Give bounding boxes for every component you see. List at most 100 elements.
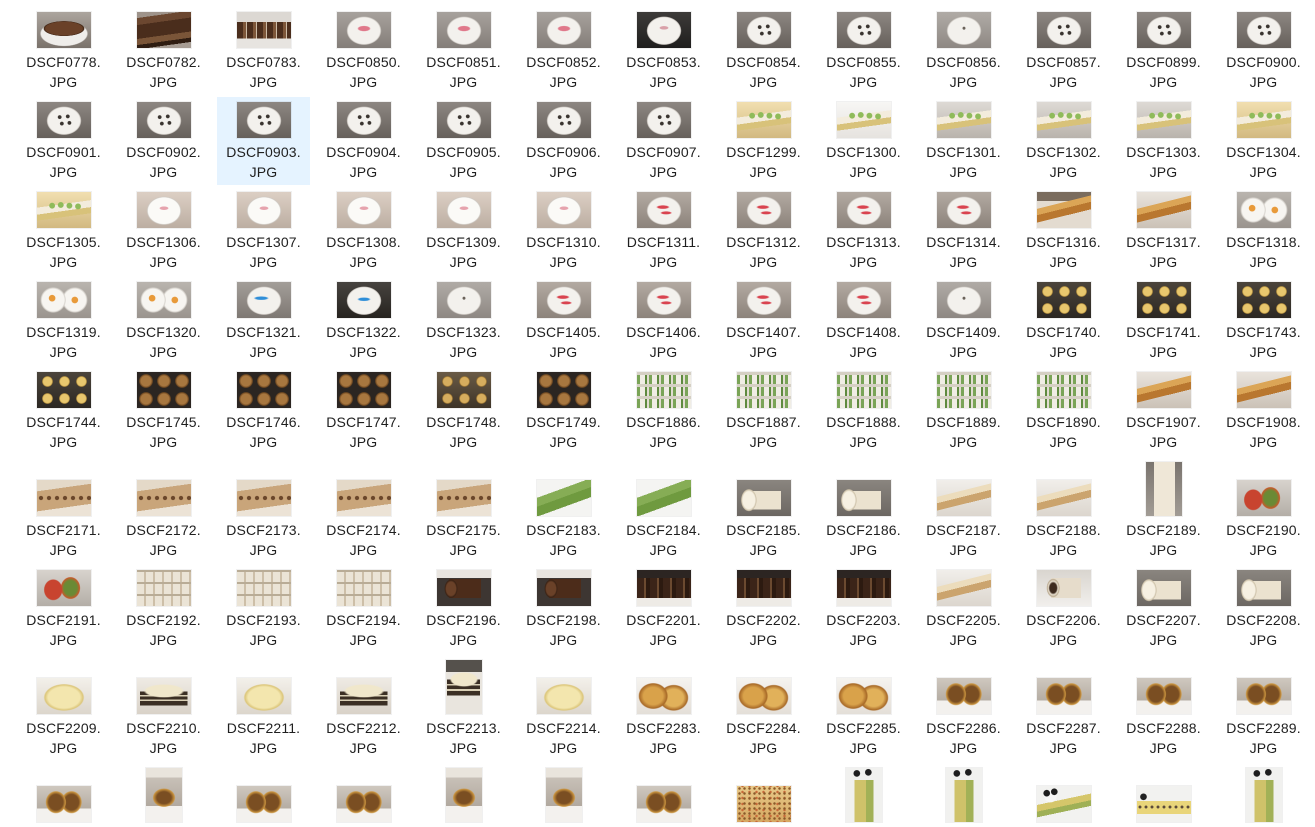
- file-item[interactable]: [417, 763, 510, 825]
- file-item[interactable]: DSCF1743.JPG: [1217, 277, 1310, 365]
- file-thumbnail[interactable]: [736, 570, 791, 606]
- file-item[interactable]: DSCF1749.JPG: [517, 367, 610, 455]
- file-thumbnail[interactable]: [1136, 282, 1191, 318]
- file-thumbnail[interactable]: [336, 192, 391, 228]
- file-thumbnail[interactable]: [436, 282, 491, 318]
- file-item[interactable]: DSCF2213.JPG: [417, 655, 510, 761]
- file-thumbnail[interactable]: [1036, 786, 1091, 822]
- file-item[interactable]: DSCF2208.JPG: [1217, 565, 1310, 653]
- file-item[interactable]: DSCF1408.JPG: [817, 277, 910, 365]
- file-thumbnail[interactable]: [936, 678, 991, 714]
- file-thumbnail[interactable]: [336, 678, 391, 714]
- file-thumbnail[interactable]: [1036, 192, 1091, 228]
- file-thumbnail[interactable]: [1036, 372, 1091, 408]
- file-thumbnail[interactable]: [1136, 102, 1191, 138]
- file-thumbnail[interactable]: [1136, 12, 1191, 48]
- file-item[interactable]: DSCF0901.JPG: [17, 97, 110, 185]
- file-thumbnail[interactable]: [936, 102, 991, 138]
- file-thumbnail[interactable]: [1236, 192, 1291, 228]
- file-thumbnail[interactable]: [636, 786, 691, 822]
- file-item[interactable]: DSCF0907.JPG: [617, 97, 710, 185]
- file-thumbnail[interactable]: [236, 570, 291, 606]
- file-thumbnail[interactable]: [536, 102, 591, 138]
- file-thumbnail[interactable]: [236, 480, 291, 516]
- file-thumbnail[interactable]: [1036, 570, 1091, 606]
- file-thumbnail[interactable]: [1036, 12, 1091, 48]
- file-thumbnail[interactable]: [1036, 282, 1091, 318]
- file-item[interactable]: DSCF0904.JPG: [317, 97, 410, 185]
- file-item[interactable]: DSCF1322.JPG: [317, 277, 410, 365]
- file-item[interactable]: DSCF2285.JPG: [817, 673, 910, 761]
- file-item[interactable]: DSCF2192.JPG: [117, 565, 210, 653]
- file-thumbnail[interactable]: [36, 480, 91, 516]
- file-item[interactable]: DSCF2283.JPG: [617, 673, 710, 761]
- file-item[interactable]: DSCF1741.JPG: [1117, 277, 1210, 365]
- file-item[interactable]: DSCF2284.JPG: [717, 673, 810, 761]
- file-thumbnail[interactable]: [1145, 462, 1182, 516]
- file-item[interactable]: [517, 763, 610, 825]
- file-thumbnail[interactable]: [736, 102, 791, 138]
- file-item[interactable]: DSCF0852.JPG: [517, 7, 610, 95]
- file-thumbnail[interactable]: [1236, 12, 1291, 48]
- file-item[interactable]: [217, 781, 310, 825]
- file-item[interactable]: DSCF1744.JPG: [17, 367, 110, 455]
- file-thumbnail[interactable]: [236, 192, 291, 228]
- file-thumbnail[interactable]: [636, 102, 691, 138]
- file-item[interactable]: DSCF0850.JPG: [317, 7, 410, 95]
- file-item[interactable]: DSCF0782.JPG: [117, 7, 210, 95]
- file-thumbnail[interactable]: [136, 678, 191, 714]
- file-item[interactable]: DSCF1887.JPG: [717, 367, 810, 455]
- file-item[interactable]: DSCF0855.JPG: [817, 7, 910, 95]
- file-item[interactable]: DSCF2209.JPG: [17, 673, 110, 761]
- file-thumbnail[interactable]: [336, 372, 391, 408]
- file-item[interactable]: DSCF0857.JPG: [1017, 7, 1110, 95]
- file-item[interactable]: DSCF1300.JPG: [817, 97, 910, 185]
- file-item[interactable]: DSCF0778.JPG: [17, 7, 110, 95]
- file-thumbnail[interactable]: [1036, 480, 1091, 516]
- file-thumbnail[interactable]: [236, 678, 291, 714]
- file-item[interactable]: DSCF1886.JPG: [617, 367, 710, 455]
- file-item[interactable]: DSCF2288.JPG: [1117, 673, 1210, 761]
- file-item[interactable]: DSCF1406.JPG: [617, 277, 710, 365]
- file-item[interactable]: [917, 763, 1010, 825]
- file-item[interactable]: DSCF1318.JPG: [1217, 187, 1310, 275]
- file-item[interactable]: DSCF2212.JPG: [317, 673, 410, 761]
- file-thumbnail[interactable]: [636, 12, 691, 48]
- file-item[interactable]: DSCF2171.JPG: [17, 475, 110, 563]
- file-thumbnail[interactable]: [1236, 372, 1291, 408]
- file-item[interactable]: DSCF1306.JPG: [117, 187, 210, 275]
- file-thumbnail[interactable]: [445, 768, 482, 822]
- file-thumbnail[interactable]: [1245, 768, 1282, 822]
- file-item[interactable]: DSCF2287.JPG: [1017, 673, 1110, 761]
- file-item[interactable]: [717, 781, 810, 825]
- file-thumbnail[interactable]: [336, 480, 391, 516]
- file-thumbnail[interactable]: [136, 372, 191, 408]
- file-thumbnail[interactable]: [1236, 102, 1291, 138]
- file-item[interactable]: DSCF0899.JPG: [1117, 7, 1210, 95]
- file-thumbnail[interactable]: [436, 192, 491, 228]
- file-thumbnail[interactable]: [336, 786, 391, 822]
- file-thumbnail[interactable]: [836, 678, 891, 714]
- file-thumbnail[interactable]: [236, 102, 291, 138]
- file-item[interactable]: DSCF2207.JPG: [1117, 565, 1210, 653]
- file-item[interactable]: [1117, 781, 1210, 825]
- file-thumbnail[interactable]: [845, 768, 882, 822]
- file-thumbnail[interactable]: [536, 480, 591, 516]
- file-item[interactable]: DSCF2201.JPG: [617, 565, 710, 653]
- file-item[interactable]: DSCF1323.JPG: [417, 277, 510, 365]
- file-item[interactable]: DSCF1307.JPG: [217, 187, 310, 275]
- file-item[interactable]: DSCF2184.JPG: [617, 475, 710, 563]
- file-item[interactable]: DSCF2211.JPG: [217, 673, 310, 761]
- file-item[interactable]: DSCF1310.JPG: [517, 187, 610, 275]
- file-thumbnail[interactable]: [1136, 786, 1191, 822]
- file-thumbnail[interactable]: [145, 768, 182, 822]
- file-item[interactable]: DSCF1311.JPG: [617, 187, 710, 275]
- file-thumbnail[interactable]: [1236, 570, 1291, 606]
- file-thumbnail[interactable]: [436, 12, 491, 48]
- file-item[interactable]: [317, 781, 410, 825]
- file-thumbnail[interactable]: [836, 480, 891, 516]
- file-item[interactable]: DSCF0853.JPG: [617, 7, 710, 95]
- file-item[interactable]: [117, 763, 210, 825]
- file-thumbnail[interactable]: [836, 282, 891, 318]
- file-item[interactable]: DSCF0856.JPG: [917, 7, 1010, 95]
